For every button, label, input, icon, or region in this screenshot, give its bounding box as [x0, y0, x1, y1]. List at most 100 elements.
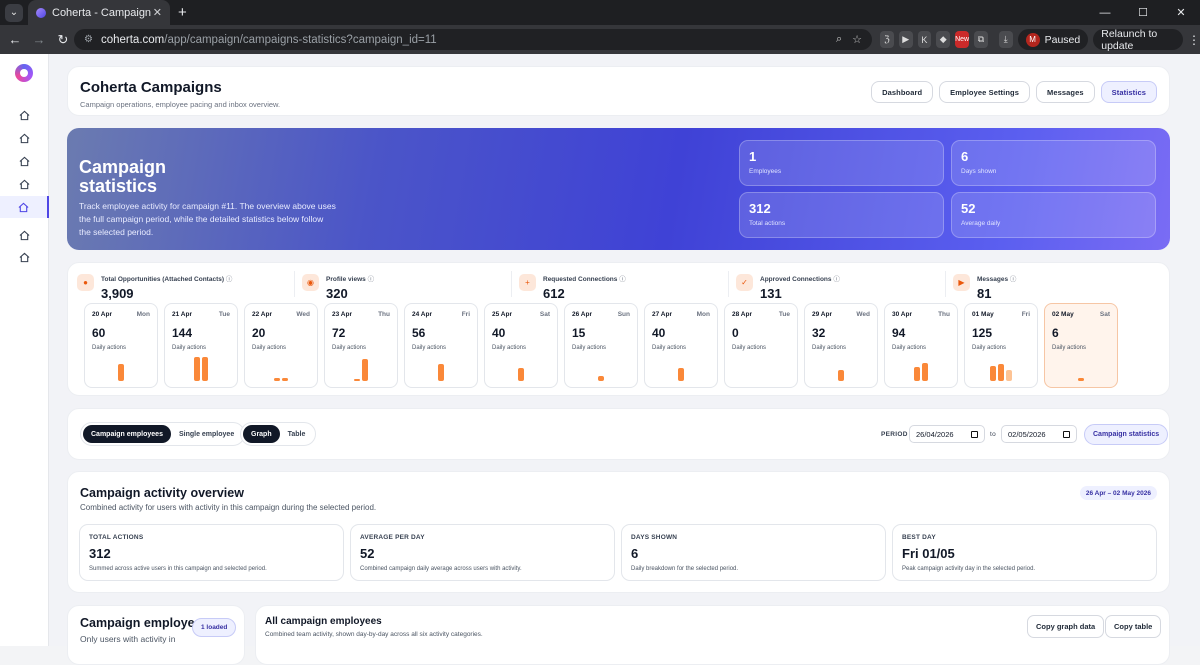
coherta-logo[interactable]	[15, 64, 33, 82]
info-icon[interactable]: ⓘ	[226, 276, 233, 283]
sidebar-item-2[interactable]	[0, 127, 49, 149]
view-graph[interactable]: Graph	[243, 425, 280, 443]
nav-employee-settings-button[interactable]: Employee Settings	[939, 81, 1030, 103]
scope-single-employee[interactable]: Single employee	[171, 425, 242, 443]
sidebar-item-4[interactable]	[0, 173, 49, 195]
profile-button[interactable]: M Paused	[1017, 29, 1089, 50]
day-date: 21 Apr	[172, 311, 192, 318]
back-icon[interactable]: ←	[4, 32, 26, 47]
shield-icon[interactable]: ◆	[936, 31, 951, 48]
hero-stat-value: 1	[749, 149, 757, 164]
sidebar-item-statistics[interactable]	[0, 196, 49, 218]
kpi-approved-connections: ✓ Approved Connections ⓘ 131	[736, 273, 840, 301]
day-mini-chart	[405, 349, 477, 381]
day-bar	[998, 364, 1004, 381]
day-card[interactable]: 21 Apr Tue 144 Daily actions	[164, 303, 238, 388]
browser-tab[interactable]: Coherta - Campaign Statistics ✕	[28, 0, 170, 25]
new-extension-icon[interactable]: New	[955, 31, 970, 48]
sidebar-item-7[interactable]	[0, 246, 49, 268]
stat-note: Combined campaign daily average across u…	[360, 566, 522, 572]
day-card[interactable]: 28 Apr Tue 0 Daily actions	[724, 303, 798, 388]
day-weekday: Wed	[856, 311, 870, 318]
home-icon	[19, 179, 30, 189]
hero-stat-value: 6	[961, 149, 969, 164]
view-table[interactable]: Table	[280, 425, 314, 443]
stat-label: AVERAGE PER DAY	[360, 534, 425, 541]
nav-statistics-button[interactable]: Statistics	[1100, 81, 1157, 103]
period-from-input[interactable]: 26/04/2026	[909, 425, 985, 443]
relaunch-button[interactable]: Relaunch to update	[1093, 28, 1183, 52]
minimize-icon[interactable]: —	[1086, 0, 1124, 25]
kpi-card: ● Total Opportunities (Attached Contacts…	[67, 262, 1170, 396]
sidebar-item-1[interactable]	[0, 104, 49, 126]
day-bar	[194, 357, 200, 381]
campaign-statistics-button[interactable]: Campaign statistics	[1084, 424, 1169, 445]
date-from-value: 26/04/2026	[916, 429, 954, 439]
day-card[interactable]: 01 May Fri 125 Daily actions	[964, 303, 1038, 388]
scope-toggle: Campaign employees Single employee	[80, 422, 246, 446]
day-card[interactable]: 02 May Sat 6 Daily actions	[1044, 303, 1118, 388]
kpi-label: Requested Connections ⓘ	[543, 273, 626, 283]
day-card[interactable]: 20 Apr Mon 60 Daily actions	[84, 303, 158, 388]
day-value: 40	[652, 326, 666, 340]
kpi-label: Total Opportunities (Attached Contacts) …	[101, 273, 232, 283]
info-icon[interactable]: ⓘ	[619, 276, 626, 283]
day-weekday: Mon	[136, 311, 150, 318]
copy-graph-data-button[interactable]: Copy graph data	[1027, 615, 1105, 638]
day-card[interactable]: 25 Apr Sat 40 Daily actions	[484, 303, 558, 388]
nav-messages-button[interactable]: Messages	[1035, 81, 1095, 103]
address-bar[interactable]: ⚙ coherta.com/app/campaign/campaigns-sta…	[74, 29, 872, 50]
calendar-icon[interactable]	[971, 430, 978, 438]
bookmark-star-icon[interactable]: ☆	[852, 33, 862, 46]
sidebar-item-6[interactable]	[0, 224, 49, 246]
zoom-icon[interactable]: ⌕	[836, 33, 842, 46]
day-mini-chart	[965, 349, 1037, 381]
campaign-employees-panel: Campaign employees Only users with activ…	[67, 605, 245, 665]
info-icon[interactable]: ⓘ	[1010, 276, 1017, 283]
puzzle-icon[interactable]: ⧉	[974, 31, 988, 48]
day-date: 28 Apr	[732, 311, 752, 318]
day-mini-chart	[245, 349, 317, 381]
day-date: 22 Apr	[252, 311, 272, 318]
copy-table-button[interactable]: Copy table	[1105, 615, 1162, 638]
new-tab-button[interactable]: +	[178, 4, 187, 21]
day-card[interactable]: 23 Apr Thu 72 Daily actions	[324, 303, 398, 388]
day-card[interactable]: 26 Apr Sun 15 Daily actions	[564, 303, 638, 388]
nav-dashboard-button[interactable]: Dashboard	[871, 81, 934, 103]
daily-strip[interactable]: Sunons20 AprMon60Daily actions21 AprTue1…	[78, 303, 1161, 388]
kpi-label: Profile views ⓘ	[326, 273, 374, 283]
overview-stat-best-day: BEST DAY Fri 01/05 Peak campaign activity …	[892, 524, 1157, 581]
day-card[interactable]: 24 Apr Fri 56 Daily actions	[404, 303, 478, 388]
filter-bar: Campaign employees Single employee Graph…	[67, 408, 1170, 460]
forward-icon[interactable]: →	[28, 32, 50, 47]
site-info-icon[interactable]: ⚙	[84, 34, 93, 45]
day-value: 72	[332, 326, 346, 340]
day-card[interactable]: 27 Apr Mon 40 Daily actions	[644, 303, 718, 388]
info-icon[interactable]: ⓘ	[368, 276, 375, 283]
scope-campaign-employees[interactable]: Campaign employees	[83, 425, 171, 443]
extension-k-icon[interactable]: K	[917, 31, 932, 48]
day-bar	[838, 370, 844, 381]
close-window-icon[interactable]: ✕	[1162, 0, 1200, 25]
day-mini-chart	[325, 349, 397, 381]
menu-icon[interactable]: ⋮	[1188, 33, 1200, 47]
day-card[interactable]: 30 Apr Thu 94 Daily actions	[884, 303, 958, 388]
tab-search-icon[interactable]: ⌄	[5, 3, 23, 22]
download-icon[interactable]: ⤓	[998, 31, 1013, 48]
day-date: 23 Apr	[332, 311, 352, 318]
tab-close-icon[interactable]: ✕	[153, 6, 162, 19]
hero-stat-average: 52 Average daily	[951, 192, 1156, 238]
reload-icon[interactable]: ↻	[52, 32, 74, 48]
maximize-icon[interactable]: ☐	[1124, 0, 1162, 25]
camera-icon[interactable]: ▶	[898, 31, 913, 48]
calendar-icon[interactable]	[1063, 430, 1070, 438]
day-card[interactable]: 22 Apr Wed 20 Daily actions	[244, 303, 318, 388]
translate-icon[interactable]: ℨ	[880, 31, 894, 48]
hero-stat-label: Employees	[749, 168, 782, 175]
home-icon	[19, 230, 30, 240]
sidebar-item-3[interactable]	[0, 150, 49, 172]
period-to-input[interactable]: 02/05/2026	[1001, 425, 1077, 443]
overview-title: Campaign activity overview	[80, 486, 244, 500]
day-card[interactable]: 29 Apr Wed 32 Daily actions	[804, 303, 878, 388]
info-icon[interactable]: ⓘ	[833, 276, 840, 283]
